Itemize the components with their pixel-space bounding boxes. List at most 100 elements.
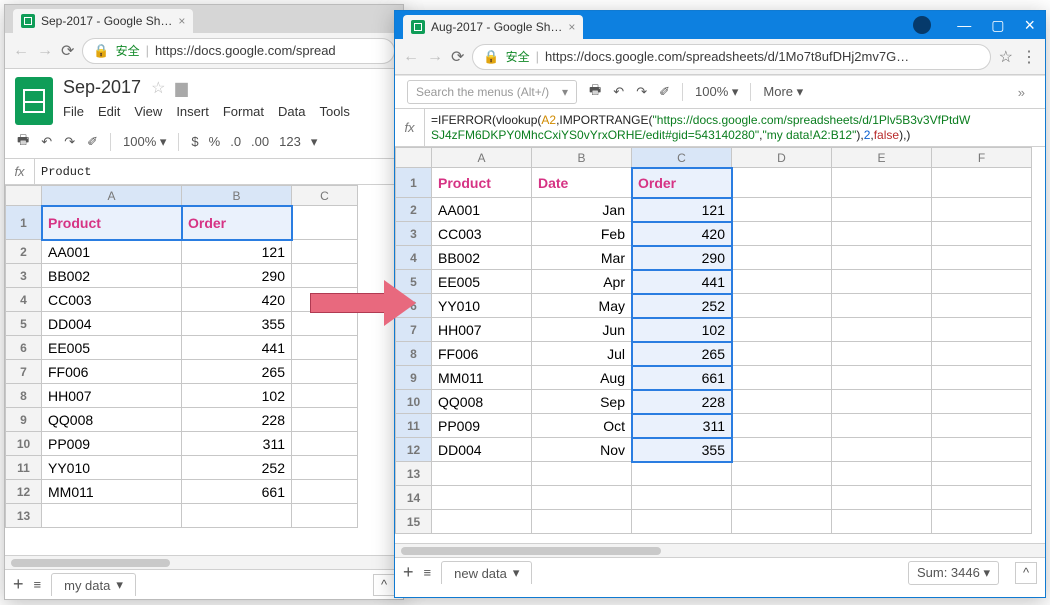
cell-A6[interactable]: YY010 bbox=[432, 294, 532, 318]
cell-C12[interactable] bbox=[292, 480, 358, 504]
cell-B4[interactable]: 420 bbox=[182, 288, 292, 312]
row-header-11[interactable]: 11 bbox=[396, 414, 432, 438]
cell-C7[interactable] bbox=[292, 360, 358, 384]
row-header-13[interactable]: 13 bbox=[6, 504, 42, 528]
row-header-7[interactable]: 7 bbox=[396, 318, 432, 342]
cell-A7[interactable]: HH007 bbox=[432, 318, 532, 342]
cell-A4[interactable]: BB002 bbox=[432, 246, 532, 270]
cell-C7[interactable]: 102 bbox=[632, 318, 732, 342]
cell-A8[interactable]: HH007 bbox=[42, 384, 182, 408]
print-icon[interactable]: 🖶 bbox=[589, 81, 601, 103]
browser-menu-icon[interactable]: ⋮ bbox=[1021, 47, 1037, 67]
row-header-2[interactable]: 2 bbox=[6, 240, 42, 264]
all-sheets-button[interactable]: ≡ bbox=[34, 577, 42, 592]
fmt-more-icon[interactable]: ▾ bbox=[311, 134, 318, 150]
cell-C1[interactable]: Order bbox=[632, 168, 732, 198]
cell-B8[interactable]: 102 bbox=[182, 384, 292, 408]
menu-tools[interactable]: Tools bbox=[319, 104, 349, 119]
explore-button[interactable]: ^ bbox=[373, 574, 395, 596]
formula-input[interactable]: =IFERROR(vlookup(A2,IMPORTRANGE("https:/… bbox=[425, 110, 976, 146]
row-header-11[interactable]: 11 bbox=[6, 456, 42, 480]
row-header-10[interactable]: 10 bbox=[396, 390, 432, 414]
row-header-6[interactable]: 6 bbox=[6, 336, 42, 360]
paint-format-icon[interactable]: ✐ bbox=[87, 134, 98, 150]
zoom-select[interactable]: 100% ▾ bbox=[123, 134, 166, 150]
cell-C10[interactable] bbox=[292, 432, 358, 456]
row-header-4[interactable]: 4 bbox=[6, 288, 42, 312]
cell-C1[interactable] bbox=[292, 206, 358, 240]
cell-B9[interactable]: 228 bbox=[182, 408, 292, 432]
cell-B4[interactable]: Mar bbox=[532, 246, 632, 270]
doc-title[interactable]: Sep-2017 bbox=[63, 77, 141, 98]
cell-B10[interactable]: Sep bbox=[532, 390, 632, 414]
sheet-tab-menu-icon[interactable]: ▾ bbox=[513, 565, 520, 581]
col-header-B[interactable]: B bbox=[182, 186, 292, 206]
cell-B2[interactable]: 121 bbox=[182, 240, 292, 264]
row-header-12[interactable]: 12 bbox=[396, 438, 432, 462]
print-icon[interactable]: 🖶 bbox=[17, 131, 29, 153]
minimize-button[interactable]: — bbox=[957, 17, 971, 33]
cell-A2[interactable]: AA001 bbox=[432, 198, 532, 222]
cell-A4[interactable]: CC003 bbox=[42, 288, 182, 312]
col-header-E[interactable]: E bbox=[832, 148, 932, 168]
row-header-8[interactable]: 8 bbox=[6, 384, 42, 408]
cell-C6[interactable]: 252 bbox=[632, 294, 732, 318]
col-header-A[interactable]: A bbox=[42, 186, 182, 206]
more-menu[interactable]: More ▾ bbox=[763, 84, 803, 100]
cell-A10[interactable]: QQ008 bbox=[432, 390, 532, 414]
cell-A7[interactable]: FF006 bbox=[42, 360, 182, 384]
row-header-3[interactable]: 3 bbox=[6, 264, 42, 288]
sheets-app-icon[interactable] bbox=[15, 77, 53, 125]
sheet-tab[interactable]: my data ▾ bbox=[51, 573, 136, 596]
undo-icon[interactable]: ↶ bbox=[613, 84, 624, 100]
maximize-button[interactable]: ▢ bbox=[991, 17, 1004, 34]
cell-C3[interactable]: 420 bbox=[632, 222, 732, 246]
menu-search-input[interactable]: Search the menus (Alt+/) bbox=[407, 80, 577, 104]
explore-button[interactable]: ^ bbox=[1015, 562, 1037, 584]
reload-button[interactable]: ⟳ bbox=[61, 41, 74, 61]
cell-A8[interactable]: FF006 bbox=[432, 342, 532, 366]
cell-A2[interactable]: AA001 bbox=[42, 240, 182, 264]
col-header-A[interactable]: A bbox=[432, 148, 532, 168]
row-header-5[interactable]: 5 bbox=[396, 270, 432, 294]
undo-icon[interactable]: ↶ bbox=[41, 134, 52, 150]
url-input[interactable]: 🔒 安全 | https://docs.google.com/spreadshe… bbox=[472, 44, 990, 70]
profile-avatar-icon[interactable] bbox=[913, 16, 931, 34]
menu-file[interactable]: File bbox=[63, 104, 84, 119]
cell-A9[interactable]: QQ008 bbox=[42, 408, 182, 432]
row-header-9[interactable]: 9 bbox=[6, 408, 42, 432]
cell-C8[interactable]: 265 bbox=[632, 342, 732, 366]
cell-B12[interactable]: 661 bbox=[182, 480, 292, 504]
cell-B6[interactable]: 441 bbox=[182, 336, 292, 360]
bookmark-star-icon[interactable]: ☆ bbox=[999, 47, 1013, 67]
horizontal-scrollbar[interactable] bbox=[395, 543, 1045, 557]
cell-C4[interactable] bbox=[292, 288, 358, 312]
cell-A9[interactable]: MM011 bbox=[432, 366, 532, 390]
cell-B7[interactable]: Jun bbox=[532, 318, 632, 342]
menu-edit[interactable]: Edit bbox=[98, 104, 120, 119]
cell-C8[interactable] bbox=[292, 384, 358, 408]
browser-tab[interactable]: Sep-2017 - Google Sh… × bbox=[13, 9, 193, 33]
row-header-9[interactable]: 9 bbox=[396, 366, 432, 390]
col-header-D[interactable]: D bbox=[732, 148, 832, 168]
all-sheets-button[interactable]: ≡ bbox=[424, 565, 432, 580]
cell-A5[interactable]: DD004 bbox=[42, 312, 182, 336]
cell-C5[interactable] bbox=[292, 312, 358, 336]
formula-input[interactable]: Product bbox=[35, 165, 97, 179]
menu-format[interactable]: Format bbox=[223, 104, 264, 119]
row-header-10[interactable]: 10 bbox=[6, 432, 42, 456]
fmt-%[interactable]: % bbox=[209, 134, 221, 150]
back-button[interactable]: ← bbox=[13, 42, 29, 60]
back-button[interactable]: ← bbox=[403, 48, 419, 66]
cell-A11[interactable]: PP009 bbox=[432, 414, 532, 438]
cell-B11[interactable]: Oct bbox=[532, 414, 632, 438]
fmt-$[interactable]: $ bbox=[191, 134, 198, 150]
menu-insert[interactable]: Insert bbox=[176, 104, 209, 119]
cell-A11[interactable]: YY010 bbox=[42, 456, 182, 480]
expand-toolbar-icon[interactable]: » bbox=[1010, 85, 1033, 100]
row-header-6[interactable]: 6 bbox=[396, 294, 432, 318]
row-header-2[interactable]: 2 bbox=[396, 198, 432, 222]
fmt-.0[interactable]: .0 bbox=[230, 134, 241, 150]
row-header-7[interactable]: 7 bbox=[6, 360, 42, 384]
row-header-4[interactable]: 4 bbox=[396, 246, 432, 270]
